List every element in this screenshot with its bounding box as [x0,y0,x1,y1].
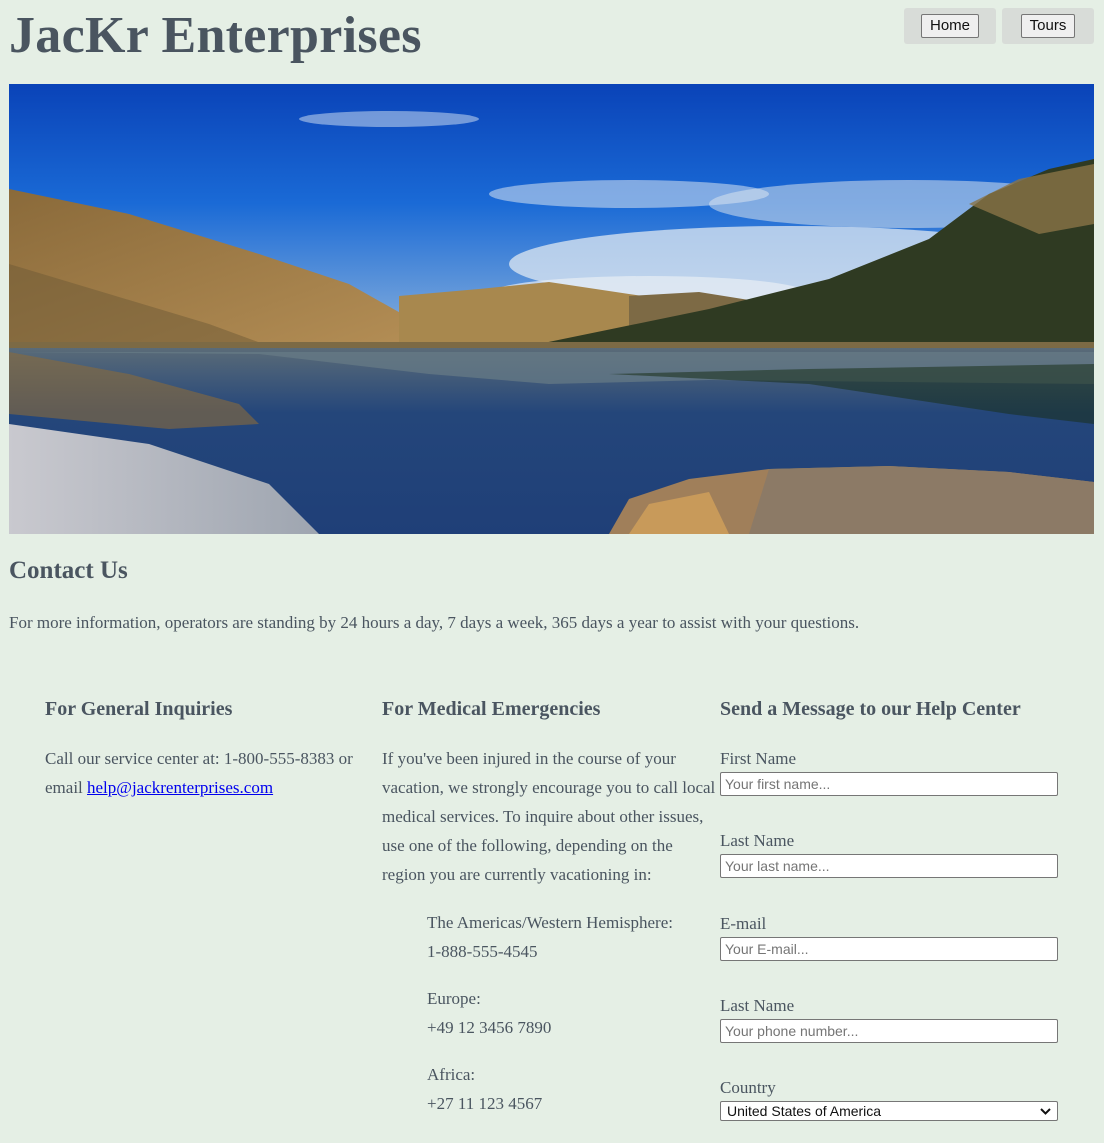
country-label: Country [720,1078,776,1097]
region-americas: The Americas/Western Hemisphere: 1-888-5… [427,908,673,966]
region-phone: +49 12 3456 7890 [427,1018,552,1037]
general-inquiries-text: Call our service center at: 1-800-555-83… [45,744,375,802]
medical-emergencies-title: For Medical Emergencies [382,698,601,720]
general-inquiries-section: For General Inquiries Call our service c… [45,694,375,797]
help-center-form: Send a Message to our Help Center First … [720,694,1065,1121]
email-input[interactable] [720,937,1058,961]
site-title: JacKr Enterprises [9,7,422,64]
phone-field: Last Name [720,995,1058,1043]
country-field: Country United States of America [720,1077,1058,1121]
email-label: E-mail [720,914,767,933]
help-email-link[interactable]: help@jackrenterprises.com [87,778,273,797]
phone-input[interactable] [720,1019,1058,1043]
top-nav: Home Tours [904,8,1094,44]
contact-intro: For more information, operators are stan… [9,613,860,632]
region-europe: Europe: +49 12 3456 7890 [427,984,551,1042]
email-field: E-mail [720,913,1058,961]
nav-tab-tours: Tours [1002,8,1094,44]
page: JacKr Enterprises Home Tours Contact Us … [0,0,1104,1143]
country-select[interactable]: United States of America [720,1101,1058,1121]
region-phone: +27 11 123 4567 [427,1094,543,1113]
region-name: The Americas/Western Hemisphere: [427,913,673,932]
medical-emergencies-text: If you've been injured in the course of … [382,749,716,884]
tours-button[interactable]: Tours [1020,14,1076,38]
region-name: Africa: [427,1065,476,1084]
first-name-label: First Name [720,749,797,768]
chevron-down-icon [1040,1105,1051,1117]
last-name-field: Last Name [720,830,1058,878]
home-button[interactable]: Home [920,14,979,38]
first-name-input[interactable] [720,772,1058,796]
last-name-input[interactable] [720,854,1058,878]
medical-emergencies-section: For Medical Emergencies If you've been i… [382,694,720,1113]
first-name-field: First Name [720,748,1058,796]
phone-label: Last Name [720,996,795,1015]
region-name: Europe: [427,989,481,1008]
nav-tab-home: Home [904,8,996,44]
last-name-label: Last Name [720,831,795,850]
country-selected-value: United States of America [727,1103,882,1119]
hero-image [9,84,1094,534]
general-inquiries-title: For General Inquiries [45,698,233,720]
help-center-title: Send a Message to our Help Center [720,698,1021,720]
region-phone: 1-888-555-4545 [427,942,538,961]
region-africa: Africa: +27 11 123 4567 [427,1060,542,1118]
contact-title: Contact Us [9,557,128,584]
